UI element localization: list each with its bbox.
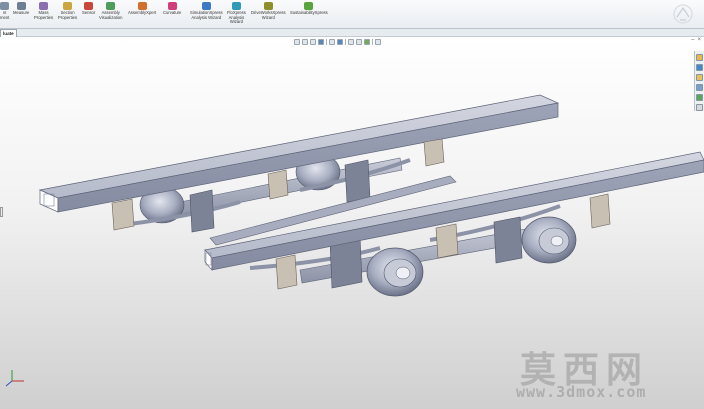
hanger-bracket[interactable]	[423, 138, 445, 167]
hanger-bracket[interactable]	[589, 193, 611, 229]
sensor-button[interactable]: Sensor	[82, 2, 95, 16]
tool-label: Section Properties	[58, 10, 78, 20]
section-properties-icon	[63, 2, 73, 10]
assembly-visualization-button[interactable]: Assembly Visualization	[99, 2, 122, 20]
command-tab-strip	[0, 29, 704, 37]
tool-label: Mass Properties	[34, 10, 54, 20]
tool-label: Measure	[13, 10, 30, 15]
assembly-visualization-icon	[106, 2, 116, 10]
brake-drum-right[interactable]	[521, 216, 577, 264]
measure-icon	[16, 2, 26, 10]
brake-drum-left[interactable]	[366, 247, 424, 297]
curvature-button[interactable]: Curvature	[163, 2, 181, 16]
sensor-icon	[84, 2, 94, 10]
assemblyxpert-button[interactable]: AssemblyXpert	[128, 2, 156, 16]
tool-label: FloXpress Analysis Wizard	[227, 10, 246, 25]
sustainabilityxpress-icon	[304, 2, 314, 10]
tool-label: SimulationXpress Analysis Wizard	[190, 10, 223, 20]
hanger-bracket[interactable]	[267, 169, 289, 200]
watermark-url: www.3dmox.com	[516, 383, 647, 401]
tool-label: Sensor	[82, 10, 96, 15]
hanger-bracket[interactable]	[111, 198, 135, 231]
tool-partial[interactable]: nt ment	[0, 2, 9, 20]
mass-properties-icon	[39, 2, 49, 10]
hanger-bracket[interactable]	[275, 254, 298, 290]
coordinate-triad-icon	[5, 370, 24, 387]
tool-label: DriveWorksXpress Wizard	[251, 10, 286, 20]
tool-label: Curvature	[163, 10, 182, 15]
floxpress-icon	[231, 2, 241, 10]
command-manager-ribbon: nt ment Measure Mass Properties Section …	[0, 0, 704, 29]
driveworksxpress-button[interactable]: DriveWorksXpress Wizard	[251, 2, 286, 20]
measure-button[interactable]: Measure	[13, 2, 29, 16]
tool-label: Assembly Visualization	[99, 10, 123, 20]
simulationxpress-icon	[201, 2, 211, 10]
measure-partial-icon	[0, 2, 10, 10]
floxpress-button[interactable]: FloXpress Analysis Wizard	[227, 2, 246, 25]
tool-label: AssemblyXpert	[128, 10, 157, 15]
tool-label: SustainabilityXpress	[290, 10, 328, 15]
tool-label: nt ment	[0, 10, 10, 20]
sustainabilityxpress-button[interactable]: SustainabilityXpress	[290, 2, 328, 16]
frame-rail-rear[interactable]	[38, 94, 560, 213]
driveworksxpress-icon	[263, 2, 273, 10]
curvature-icon	[167, 2, 177, 10]
graphics-viewport[interactable]: – × 莫西网 www.3dmox.com	[0, 37, 704, 409]
simulationxpress-button[interactable]: SimulationXpress Analysis Wizard	[190, 2, 223, 20]
mass-properties-button[interactable]: Mass Properties	[34, 2, 53, 20]
assemblyxpert-icon	[137, 2, 147, 10]
section-properties-button[interactable]: Section Properties	[58, 2, 77, 20]
hanger-bracket[interactable]	[435, 223, 459, 259]
solidworks-logo-icon	[673, 4, 693, 24]
tab-evaluate[interactable]: luate	[0, 29, 17, 37]
